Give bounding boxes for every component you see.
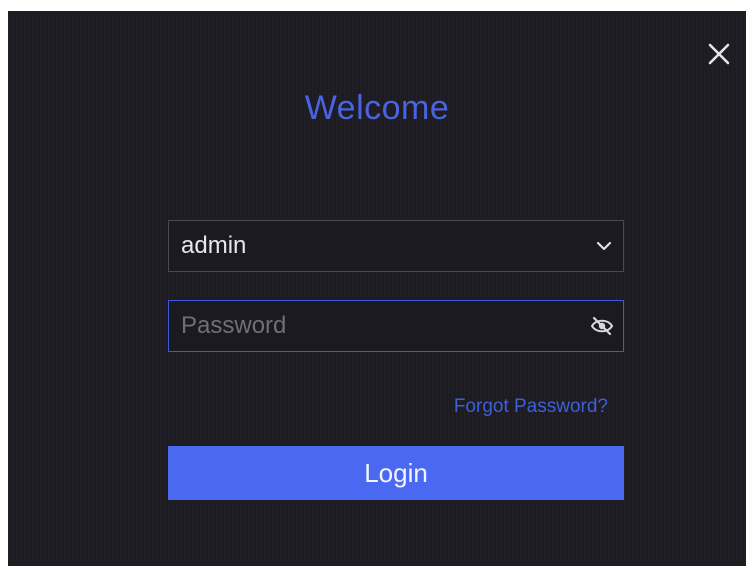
close-icon[interactable] [702, 37, 736, 71]
chevron-down-icon[interactable] [589, 231, 619, 261]
password-input[interactable] [169, 301, 585, 351]
login-button[interactable]: Login [168, 446, 624, 500]
username-select[interactable]: admin [168, 220, 624, 272]
forgot-password-link[interactable]: Forgot Password? [454, 396, 608, 418]
username-value: admin [181, 232, 247, 259]
password-field-container [168, 300, 624, 352]
eye-slash-icon[interactable] [585, 309, 619, 343]
login-dialog: Welcome admin Forgot Password? Login [8, 11, 746, 566]
dialog-title: Welcome [304, 89, 450, 127]
